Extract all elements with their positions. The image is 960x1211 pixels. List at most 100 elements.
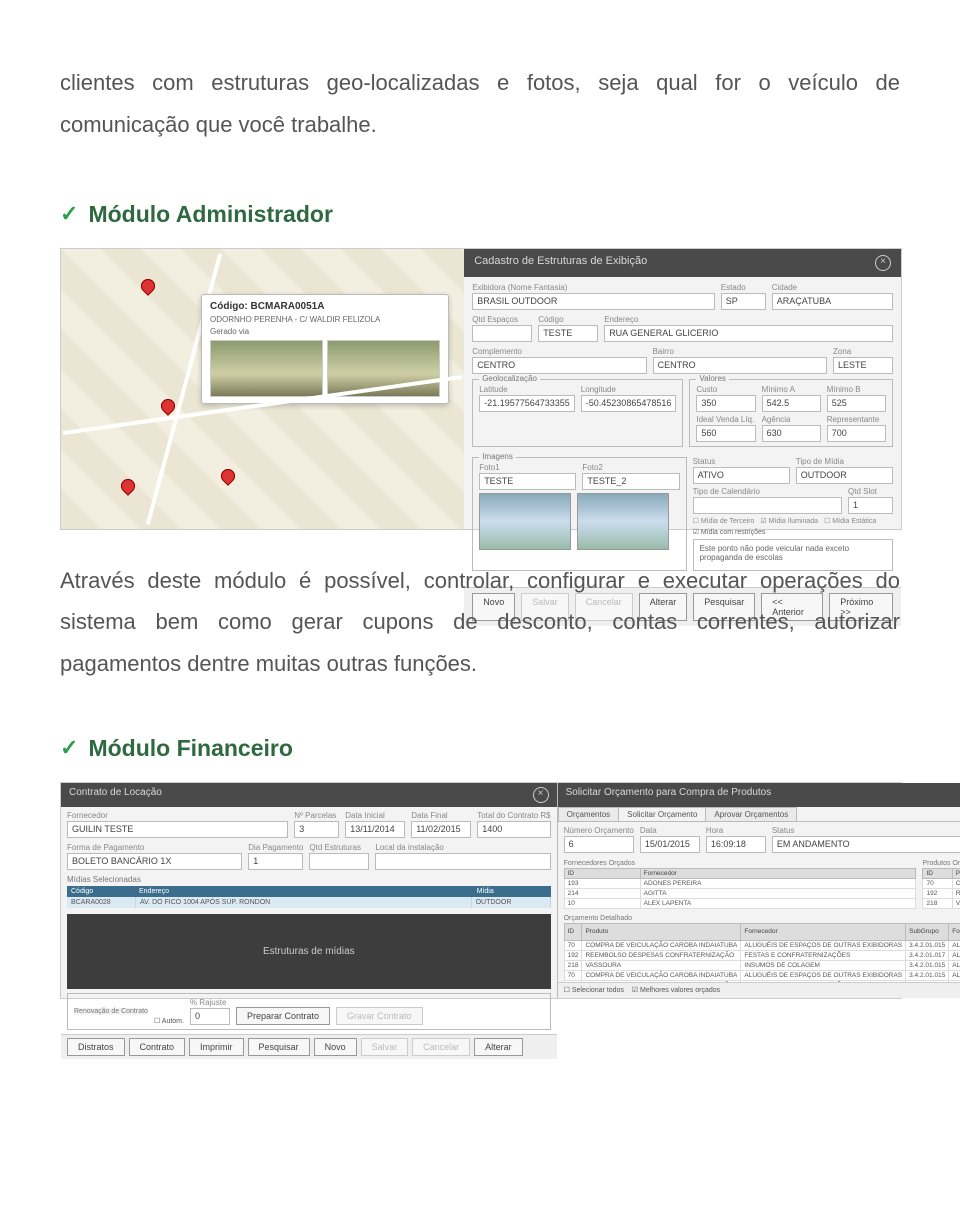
label-complemento: Complemento: [472, 347, 646, 356]
input-minb[interactable]: 525: [827, 395, 886, 412]
label-dia: Dia Pagamento: [248, 843, 303, 852]
btn-preparar[interactable]: Preparar Contrato: [236, 1007, 330, 1025]
check-melhores-valores[interactable]: ☑ Melhores valores orçados: [632, 987, 720, 994]
input-estado[interactable]: SP: [721, 293, 766, 310]
input-rajuste[interactable]: 0: [190, 1008, 230, 1025]
label-foto2: Foto2: [582, 463, 679, 472]
btn-alterar2[interactable]: Alterar: [474, 1038, 523, 1056]
input-data-final[interactable]: 11/02/2015: [411, 821, 471, 838]
intro-paragraph: clientes com estruturas geo-localizadas …: [60, 62, 900, 146]
label-numero-orc: Número Orçamento: [564, 826, 634, 835]
input-cidade[interactable]: ARAÇATUBA: [772, 293, 893, 310]
admin-body-paragraph: Através deste módulo é possível, control…: [60, 560, 900, 685]
input-repr[interactable]: 700: [827, 425, 886, 442]
input-local[interactable]: [375, 853, 550, 870]
input-qtd-slot[interactable]: 1: [848, 497, 893, 514]
btn-novo2[interactable]: Novo: [314, 1038, 357, 1056]
photo-thumb-1[interactable]: [479, 493, 571, 550]
check-estatica[interactable]: ☐ Mídia Estática: [824, 517, 876, 525]
input-data-orc[interactable]: 15/01/2015: [640, 836, 700, 853]
input-ideal[interactable]: 560: [696, 425, 755, 442]
check-iluminada[interactable]: ☑ Mídia Iluminada: [760, 517, 818, 525]
input-fornecedor[interactable]: GUILIN TESTE: [67, 821, 288, 838]
input-tipo-cal[interactable]: [693, 497, 842, 514]
map-panel[interactable]: Código: BCMARA0051A ODORNHO PERENHA - C/…: [61, 249, 464, 529]
tab-aprovar[interactable]: Aprovar Orçamentos: [705, 807, 797, 821]
input-codigo[interactable]: TESTE: [538, 325, 598, 342]
btn-pesquisar2[interactable]: Pesquisar: [248, 1038, 310, 1056]
map-pin-icon[interactable]: [158, 396, 178, 416]
input-lat[interactable]: -21.19577564733355: [479, 395, 575, 412]
input-endereco[interactable]: RUA GENERAL GLICERIO: [604, 325, 893, 342]
table-orcamento-detalhado[interactable]: IDProdutoFornecedorSubGrupoFornecedorVal…: [564, 923, 960, 982]
input-foto2[interactable]: TESTE_2: [582, 473, 679, 490]
photo-thumb-2[interactable]: [577, 493, 669, 550]
legend-renovacao: Renovação de Contrato: [74, 1008, 148, 1015]
input-data-inicial[interactable]: 13/11/2014: [345, 821, 405, 838]
label-data-inicial: Data Inicial: [345, 811, 405, 820]
input-zona[interactable]: LESTE: [833, 357, 893, 374]
input-total[interactable]: 1400: [477, 821, 550, 838]
tab-orcamentos[interactable]: Orçamentos: [558, 807, 620, 821]
btn-distratos[interactable]: Distratos: [67, 1038, 125, 1056]
input-numero-orc[interactable]: 6: [564, 836, 634, 853]
close-icon[interactable]: ×: [533, 787, 549, 803]
input-status-orc[interactable]: EM ANDAMENTO: [772, 836, 960, 853]
label-mina: Mínimo A: [762, 385, 821, 394]
label-endereco: Endereço: [604, 315, 893, 324]
check-auto[interactable]: ☐ Autom.: [154, 1017, 184, 1025]
col-midia: Mídia: [473, 886, 551, 897]
label-fornecedores-orcados: Fornecedores Orçados: [564, 860, 917, 867]
input-custo[interactable]: 350: [696, 395, 755, 412]
label-rajuste: % Rajuste: [190, 998, 230, 1007]
input-lon[interactable]: -50.45230865478516: [581, 395, 677, 412]
input-complemento[interactable]: CENTRO: [472, 357, 646, 374]
label-fornecedor: Fornecedor: [67, 811, 288, 820]
cell-codigo: BCARA0028: [67, 897, 136, 908]
table-fornecedores-orcados[interactable]: IDFornecedor193ADONES PEREIRA214AGITTA10…: [564, 868, 917, 909]
check-icon: ✓: [60, 735, 78, 761]
table-produtos-orcados[interactable]: IDProdutoValor Atual70COMPRA DE VEICULAÇ…: [922, 868, 960, 909]
label-total: Total do Contrato R$: [477, 811, 550, 820]
input-qtd-espacos[interactable]: [472, 325, 532, 342]
input-tipo-midia[interactable]: OUTDOOR: [796, 467, 893, 484]
close-icon[interactable]: ×: [875, 255, 891, 271]
input-dia[interactable]: 1: [248, 853, 303, 870]
cell-endereco: AV. DO FICO 1004 APÓS SUP. RONDON: [136, 897, 472, 908]
check-restricoes[interactable]: Mídia com restrições: [701, 529, 766, 536]
label-qtd-slot: Qtd Slot: [848, 487, 893, 496]
label-pagamento: Forma de Pagamento: [67, 843, 242, 852]
map-pin-icon[interactable]: [218, 466, 238, 486]
input-mina[interactable]: 542.5: [762, 395, 821, 412]
input-exibidora[interactable]: BRASIL OUTDOOR: [472, 293, 715, 310]
popup-photo-1: [210, 340, 323, 397]
input-hora-orc[interactable]: 16:09:18: [706, 836, 766, 853]
input-bairro[interactable]: CENTRO: [653, 357, 827, 374]
label-estado: Estado: [721, 283, 766, 292]
form2-title-right: Solicitar Orçamento para Compra de Produ…: [566, 787, 772, 803]
input-parcelas[interactable]: 3: [294, 821, 339, 838]
label-custo: Custo: [696, 385, 755, 394]
map-pin-icon[interactable]: [118, 476, 138, 496]
input-qtd[interactable]: [309, 853, 369, 870]
input-agencia[interactable]: 630: [762, 425, 821, 442]
btn-gravar-contrato[interactable]: Gravar Contrato: [336, 1007, 423, 1025]
btn-contrato[interactable]: Contrato: [129, 1038, 186, 1056]
label-lon: Longitude: [581, 385, 677, 394]
midias-table-row[interactable]: BCARA0028 AV. DO FICO 1004 APÓS SUP. RON…: [67, 897, 551, 908]
label-produtos-orcados: Produtos Orçados: [922, 860, 960, 867]
check-selecionar-todos[interactable]: ☐ Selecionar todos: [564, 987, 624, 994]
form2-title-left: Contrato de Locação: [69, 787, 162, 803]
map-pin-icon[interactable]: [138, 276, 158, 296]
btn-imprimir[interactable]: Imprimir: [189, 1038, 244, 1056]
btn-salvar2[interactable]: Salvar: [361, 1038, 409, 1056]
btn-cancelar2[interactable]: Cancelar: [412, 1038, 470, 1056]
input-status[interactable]: ATIVO: [693, 467, 790, 484]
input-pagamento[interactable]: BOLETO BANCÁRIO 1X: [67, 853, 242, 870]
label-exibidora: Exibidora (Nome Fantasia): [472, 283, 715, 292]
legend-valores: Valores: [696, 374, 729, 383]
check-terceiro[interactable]: ☐ Mídia de Terceiro: [693, 517, 755, 525]
input-foto1[interactable]: TESTE: [479, 473, 576, 490]
tab-solicitar[interactable]: Solicitar Orçamento: [618, 807, 706, 821]
form-cadastro: Cadastro de Estruturas de Exibição × Exi…: [464, 249, 901, 529]
